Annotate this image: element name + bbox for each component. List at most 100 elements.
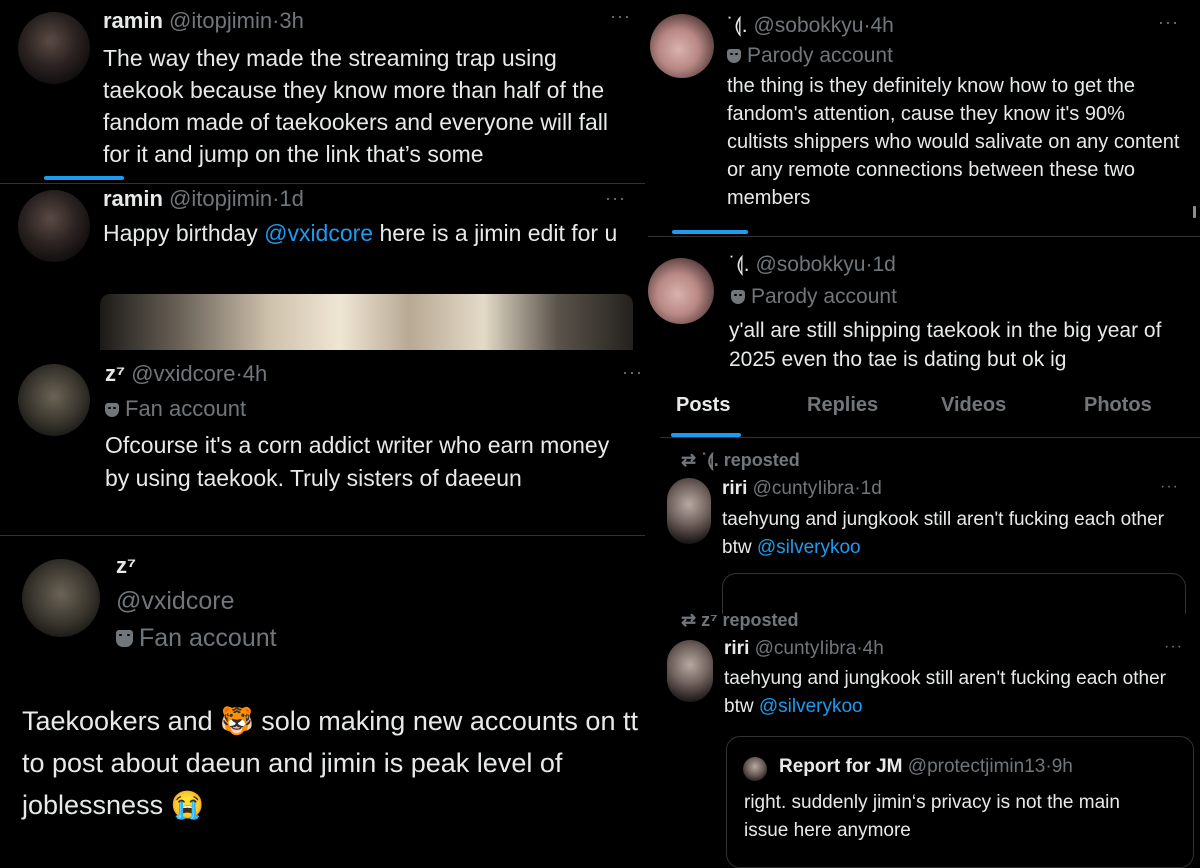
tab-posts[interactable]: Posts — [676, 394, 730, 417]
user-handle[interactable]: @vxidcore — [131, 361, 235, 386]
display-name[interactable]: riri — [722, 478, 747, 499]
account-label: Parody account — [727, 44, 893, 68]
user-handle[interactable]: @cuntyIibra — [755, 638, 857, 659]
quote-display-name: Report for JM — [779, 756, 903, 777]
repost-label[interactable]: z⁷ reposted — [701, 610, 798, 630]
separator-dot: · — [235, 361, 243, 386]
divider — [660, 437, 1200, 438]
account-label: Fan account — [105, 396, 246, 422]
tab-replies[interactable]: Replies — [807, 394, 878, 417]
scroll-indicator — [44, 176, 124, 180]
separator-dot: · — [865, 253, 873, 276]
divider — [648, 236, 1200, 237]
avatar[interactable] — [18, 190, 90, 262]
avatar[interactable] — [667, 640, 713, 702]
divider — [0, 183, 645, 184]
tweet-header: z⁷ @vxidcore·4h — [105, 361, 267, 387]
scroll-indicator — [672, 230, 748, 234]
quote-user-handle: @protectjimin13 — [907, 756, 1046, 777]
timestamp[interactable]: 4h — [863, 638, 884, 659]
tweet-text: Happy birthday @vxidcore here is a jimin… — [103, 217, 623, 249]
display-name[interactable]: riri — [724, 638, 749, 659]
avatar[interactable] — [18, 12, 90, 84]
tab-photos[interactable]: Photos — [1084, 394, 1152, 417]
avatar[interactable] — [648, 258, 714, 324]
tweet-text: The way they made the streaming trap usi… — [103, 45, 609, 167]
tweet-text: Ofcourse it's a corn addict writer who e… — [105, 432, 610, 491]
tweet-text: taehyung and jungkook still aren't fucki… — [722, 506, 1192, 562]
mask-icon — [116, 630, 133, 647]
display-name[interactable]: ˙⟬. — [729, 253, 750, 276]
user-handle[interactable]: @sobokkyu — [753, 14, 863, 37]
user-handle[interactable]: @cuntyIibra — [753, 478, 855, 499]
quote-card[interactable]: Report for JM @protectjimin13·9h right. … — [726, 736, 1194, 868]
scrollbar[interactable] — [1193, 206, 1196, 218]
more-options-icon[interactable]: ··· — [1164, 638, 1183, 656]
tweet-header: ˙⟬. @sobokkyu·1d — [729, 253, 896, 277]
avatar[interactable] — [18, 364, 90, 436]
quote-card[interactable] — [722, 573, 1186, 614]
tweet-text: the thing is they definitely know how to… — [727, 75, 1180, 209]
tweet-text: y'all are still shipping taekook in the … — [729, 319, 1162, 371]
more-options-icon[interactable]: ··· — [610, 6, 631, 27]
mask-icon — [105, 403, 119, 417]
repost-context: ⇄ ˙⟬. reposted — [681, 450, 800, 471]
tweet-text-part: Taekookers and — [22, 706, 221, 736]
mention-link[interactable]: @silverykoo — [757, 537, 861, 558]
more-options-icon[interactable]: ··· — [1160, 478, 1179, 496]
tiger-emoji-icon: 🐯 — [220, 706, 254, 736]
quote-avatar — [743, 757, 767, 781]
account-label-text: Fan account — [125, 396, 247, 421]
timestamp[interactable]: 1d — [873, 253, 896, 276]
avatar[interactable] — [22, 559, 100, 637]
timestamp[interactable]: 4h — [871, 14, 894, 37]
display-name[interactable]: z⁷ — [105, 361, 125, 386]
tweet-text: Taekookers and 🐯 solo making new account… — [22, 700, 662, 826]
tweet-text-part: here is a jimin edit for u — [373, 220, 618, 246]
mask-icon — [731, 290, 745, 304]
repost-label[interactable]: ˙⟬. reposted — [701, 450, 800, 470]
user-handle[interactable]: @vxidcore — [116, 587, 234, 616]
account-label: Parody account — [731, 285, 897, 309]
repost-context: ⇄ z⁷ reposted — [681, 610, 799, 631]
timestamp[interactable]: 1d — [861, 478, 882, 499]
tweet-text-part: Happy birthday — [103, 220, 265, 246]
display-name[interactable]: ramin — [103, 8, 163, 33]
retweet-icon: ⇄ — [681, 610, 697, 630]
display-name[interactable]: z⁷ — [116, 553, 136, 579]
account-label-text: Fan account — [139, 624, 277, 652]
timestamp[interactable]: 1d — [279, 186, 303, 211]
tweet-header: riri @cuntyIibra·4h — [724, 638, 884, 660]
timestamp[interactable]: 3h — [279, 8, 303, 33]
user-handle[interactable]: @sobokkyu — [755, 253, 865, 276]
display-name[interactable]: ˙⟬. — [727, 14, 748, 37]
more-options-icon[interactable]: ··· — [1158, 12, 1179, 33]
avatar[interactable] — [667, 478, 711, 544]
timestamp[interactable]: 4h — [243, 361, 267, 386]
more-options-icon[interactable]: ··· — [622, 362, 643, 383]
mask-icon — [727, 49, 741, 63]
account-label-text: Parody account — [747, 44, 893, 67]
retweet-icon: ⇄ — [681, 450, 697, 470]
quote-timestamp: 9h — [1051, 756, 1073, 777]
user-handle[interactable]: @itopjimin — [169, 8, 272, 33]
media-image[interactable] — [100, 294, 633, 350]
display-name[interactable]: ramin — [103, 186, 163, 211]
avatar[interactable] — [650, 14, 714, 78]
tweet-header: ramin @itopjimin·1d — [103, 186, 304, 212]
separator-dot: · — [863, 14, 871, 37]
quote-header: Report for JM @protectjimin13·9h — [779, 756, 1073, 778]
more-options-icon[interactable]: ··· — [605, 188, 626, 209]
tweet-text: taehyung and jungkook still aren't fucki… — [724, 665, 1194, 721]
account-label: Fan account — [116, 624, 277, 653]
tweet-header: ramin @itopjimin·3h — [103, 8, 304, 34]
tweet-header: riri @cuntyIibra·1d — [722, 478, 882, 500]
mention-link[interactable]: @silverykoo — [759, 696, 863, 717]
quote-text: right. suddenly jimin‘s privacy is not t… — [744, 792, 1120, 841]
divider — [0, 535, 645, 536]
mention-link[interactable]: @vxidcore — [264, 220, 373, 246]
crying-emoji-icon: 😭 — [170, 790, 205, 820]
user-handle[interactable]: @itopjimin — [169, 186, 272, 211]
account-label-text: Parody account — [751, 285, 897, 308]
tab-videos[interactable]: Videos — [941, 394, 1006, 417]
